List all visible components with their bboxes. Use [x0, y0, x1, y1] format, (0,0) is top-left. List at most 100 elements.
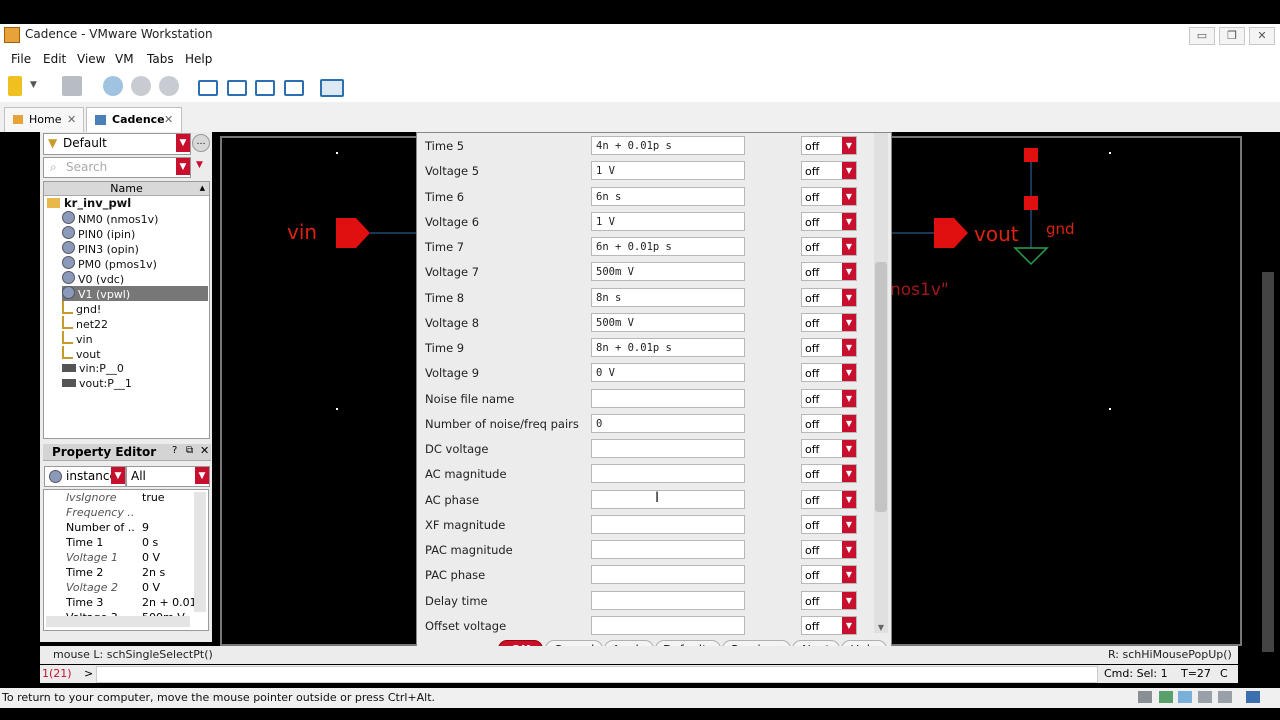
- field-input[interactable]: [591, 590, 745, 610]
- menu-tabs[interactable]: Tabs: [147, 52, 174, 66]
- display-select[interactable]: off ▼: [801, 388, 857, 408]
- message-log-icon[interactable]: [1246, 691, 1260, 703]
- tab-cadence[interactable]: Cadence ✕: [86, 107, 182, 132]
- chevron-down-icon[interactable]: ▼: [111, 467, 125, 484]
- sound-icon[interactable]: [1218, 691, 1232, 703]
- pause-dropdown-icon[interactable]: ▼: [30, 80, 37, 90]
- display-select[interactable]: off ▼: [801, 413, 857, 433]
- pause-icon[interactable]: [8, 76, 22, 96]
- field-input[interactable]: 1 V: [591, 161, 745, 181]
- field-input[interactable]: 500m V: [591, 262, 745, 282]
- property-value[interactable]: true: [142, 490, 196, 505]
- snapshot-manager-icon[interactable]: [159, 76, 179, 96]
- display-select[interactable]: off ▼: [801, 439, 857, 458]
- field-input[interactable]: 1 V: [591, 211, 745, 231]
- more-options-button[interactable]: …: [192, 134, 210, 152]
- property-type-select[interactable]: instance ▼: [44, 466, 126, 487]
- tree-item[interactable]: net22: [62, 316, 208, 331]
- field-input[interactable]: [591, 565, 745, 585]
- chevron-down-icon[interactable]: ▼: [842, 339, 856, 356]
- field-input[interactable]: [591, 388, 745, 408]
- help-icon[interactable]: ?: [172, 445, 177, 456]
- close-window-button[interactable]: ✕: [1249, 27, 1275, 45]
- tree-item[interactable]: NM0 (nmos1v): [62, 211, 208, 226]
- display-select[interactable]: off ▼: [801, 489, 857, 509]
- printer-icon[interactable]: [1198, 691, 1212, 703]
- undock-icon[interactable]: ⧉: [186, 445, 193, 456]
- field-input[interactable]: 6n + 0.01p s: [591, 237, 745, 256]
- chevron-down-icon[interactable]: ▼: [842, 263, 856, 281]
- chevron-down-icon[interactable]: ▼: [176, 134, 190, 152]
- property-value[interactable]: 0 V: [142, 550, 196, 565]
- tab-home[interactable]: Home ✕: [4, 107, 84, 132]
- close-tab-home-icon[interactable]: ✕: [67, 108, 76, 132]
- chevron-down-icon[interactable]: ▼: [842, 313, 856, 331]
- display-select[interactable]: off ▼: [801, 590, 857, 610]
- minimize-button[interactable]: ▭: [1189, 27, 1215, 45]
- chevron-down-icon[interactable]: ▼: [842, 389, 856, 407]
- search-dropdown-icon[interactable]: ▼: [176, 158, 190, 175]
- navigator-filter-select[interactable]: ▼ Default ▼: [43, 133, 191, 155]
- display-select[interactable]: off ▼: [801, 186, 857, 206]
- field-input[interactable]: 500m V: [591, 312, 745, 332]
- console-view-icon[interactable]: [320, 79, 344, 97]
- property-value[interactable]: 2n s: [142, 565, 196, 580]
- dialog-scrollbar-thumb[interactable]: [875, 262, 887, 512]
- menu-vm[interactable]: VM: [115, 52, 134, 66]
- vout-pin-shape[interactable]: [892, 218, 972, 252]
- thumbnail-bar-icon[interactable]: [227, 80, 247, 96]
- close-panel-icon[interactable]: ✕: [200, 444, 209, 457]
- chevron-down-icon[interactable]: ▼: [842, 137, 856, 154]
- field-input[interactable]: [591, 489, 745, 509]
- display-select[interactable]: off ▼: [801, 540, 857, 559]
- full-screen-icon[interactable]: [255, 80, 275, 96]
- revert-snapshot-icon[interactable]: [131, 76, 151, 96]
- tree-item[interactable]: PIN3 (opin): [62, 241, 208, 256]
- close-tab-cadence-icon[interactable]: ✕: [164, 108, 173, 132]
- field-input[interactable]: 0 V: [591, 363, 745, 383]
- chevron-down-icon[interactable]: ▼: [842, 162, 856, 180]
- chevron-down-icon[interactable]: ▼: [842, 440, 856, 457]
- tree-root[interactable]: kr_inv_pwl: [47, 196, 131, 211]
- property-row[interactable]: Number of ... 9: [44, 520, 194, 535]
- property-filter-select[interactable]: All ▼: [126, 466, 210, 487]
- chevron-down-icon[interactable]: ▼: [842, 541, 856, 558]
- chevron-down-icon[interactable]: ▼: [842, 490, 856, 508]
- display-select[interactable]: off ▼: [801, 615, 857, 635]
- tree-item[interactable]: vin: [62, 331, 208, 346]
- tree-scrollbar[interactable]: [196, 188, 206, 433]
- display-select[interactable]: off ▼: [801, 237, 857, 256]
- field-input[interactable]: 8n s: [591, 287, 745, 307]
- chevron-down-icon[interactable]: ▼: [842, 238, 856, 255]
- property-value[interactable]: 2n + 0.01: [142, 595, 196, 610]
- vm-scrollbar[interactable]: [1262, 272, 1274, 652]
- tree-item[interactable]: PIN0 (ipin): [62, 226, 208, 241]
- show-library-icon[interactable]: [198, 80, 218, 96]
- tree-item[interactable]: vout:P__1: [62, 376, 208, 391]
- display-select[interactable]: off ▼: [801, 338, 857, 357]
- chevron-down-icon[interactable]: ▼: [842, 515, 856, 533]
- chevron-down-icon[interactable]: ▼: [842, 566, 856, 584]
- name-column-header[interactable]: Name ▲: [44, 182, 209, 196]
- display-select[interactable]: off ▼: [801, 464, 857, 484]
- chevron-down-icon[interactable]: ▼: [195, 467, 209, 484]
- chevron-down-icon[interactable]: ▼: [842, 187, 856, 205]
- display-select[interactable]: off ▼: [801, 262, 857, 282]
- property-row[interactable]: Time 3 2n + 0.01: [44, 595, 196, 610]
- display-select[interactable]: off ▼: [801, 211, 857, 231]
- chevron-down-icon[interactable]: ▼: [842, 288, 856, 306]
- property-hscrollbar[interactable]: [46, 616, 190, 627]
- menu-view[interactable]: View: [77, 52, 105, 66]
- tree-item[interactable]: gnd!: [62, 301, 208, 316]
- vin-pin-shape[interactable]: [336, 218, 416, 252]
- property-value[interactable]: 0 s: [142, 535, 196, 550]
- gnd-symbol[interactable]: [1012, 142, 1052, 272]
- property-row[interactable]: Voltage 1 0 V: [44, 550, 194, 565]
- display-select[interactable]: off ▼: [801, 363, 857, 383]
- property-value[interactable]: 9: [142, 520, 196, 535]
- menu-edit[interactable]: Edit: [43, 52, 66, 66]
- tree-item[interactable]: vout: [62, 346, 208, 361]
- display-select[interactable]: off ▼: [801, 136, 857, 155]
- field-input[interactable]: [591, 439, 745, 458]
- property-row[interactable]: Time 1 0 s: [44, 535, 194, 550]
